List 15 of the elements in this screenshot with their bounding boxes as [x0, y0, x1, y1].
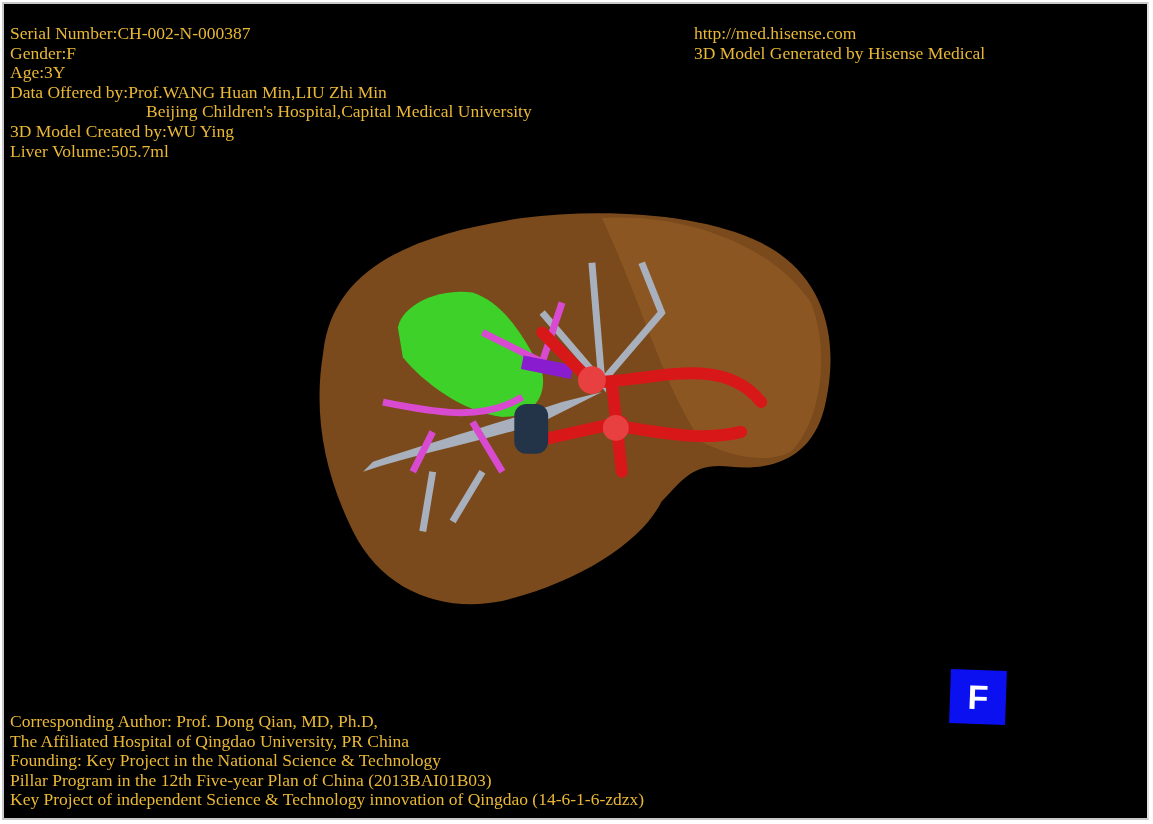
- info-text: Liver Volume:505.7ml: [10, 140, 169, 161]
- info-text: Age:3Y: [10, 62, 66, 83]
- info-text: Serial Number:CH-002-N-000387: [10, 23, 251, 43]
- credit-text: Key Project of independent Science & Technology innovation of Qingdao (14-6-1-6-zdzx): [10, 789, 645, 810]
- orientation-cube: F: [949, 669, 1007, 725]
- info-text: Gender:F: [10, 42, 77, 63]
- info-text: Beijing Children's Hospital,Capital Medical University: [146, 101, 532, 122]
- credit-text: The Affiliated Hospital of Qingdao University, PR China: [10, 730, 410, 751]
- info-text: 3D Model Created by:WU Ying: [10, 120, 234, 141]
- info-text: http://med.hisense.com: [694, 23, 857, 43]
- credit-text: Pillar Program in the 12th Five-year Plan of China (2013BAI01B03): [10, 769, 492, 790]
- credit-text: Corresponding Author: Prof. Dong Qian, MD, Ph.D,: [10, 711, 378, 732]
- info-text: 3D Model Generated by Hisense Medical: [694, 42, 986, 63]
- credit-text: Founding: Key Project in the National Science & Technology: [10, 750, 441, 771]
- info-text: Data Offered by:Prof.WANG Huan Min,LIU Zhi Min: [10, 81, 387, 102]
